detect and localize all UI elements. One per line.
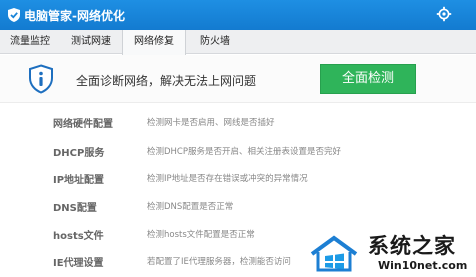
house-logo-icon xyxy=(310,235,358,272)
check-desc: 检测IP地址是否存在错误或冲突的异常情况 xyxy=(147,174,308,184)
tab-bar: 流量监控 测试网速 网络修复 防火墙 xyxy=(0,30,476,55)
check-name: DHCP服务 xyxy=(53,148,105,159)
title-bar: 电脑管家-网络优化 xyxy=(0,0,476,30)
tab-network-repair[interactable]: 网络修复 xyxy=(122,30,186,55)
check-name: IP地址配置 xyxy=(53,175,105,186)
settings-icon[interactable] xyxy=(436,6,452,22)
check-desc: 检测hosts文件配置是否正常 xyxy=(147,230,255,240)
window-title: 电脑管家-网络优化 xyxy=(24,9,125,23)
shield-logo-icon xyxy=(8,8,20,22)
watermark-brand: 系统之家 xyxy=(368,234,456,258)
watermark-url: Win10net.com xyxy=(378,259,468,272)
check-desc: 检测DHCP服务是否开启、相关注册表设置是否完好 xyxy=(147,147,341,157)
check-name: 网络硬件配置 xyxy=(53,119,113,130)
list-item: DHCP服务 检测DHCP服务是否开启、相关注册表设置是否完好 xyxy=(0,139,476,167)
check-name: hosts文件 xyxy=(53,231,104,242)
banner-headline: 全面诊断网络，解决无法上网问题 xyxy=(76,74,257,88)
site-watermark: 系统之家 Win10net.com xyxy=(302,226,476,277)
list-item: DNS配置 检测DNS配置是否正常 xyxy=(0,194,476,222)
tab-firewall[interactable]: 防火墙 xyxy=(186,30,244,54)
check-desc: 若配置了IE代理服务器，检测能否访问 xyxy=(147,257,291,267)
check-name: IE代理设置 xyxy=(53,258,104,269)
tab-speed-test[interactable]: 测试网速 xyxy=(60,30,122,54)
tab-traffic-monitor[interactable]: 流量监控 xyxy=(0,30,60,54)
check-desc: 检测DNS配置是否正常 xyxy=(147,202,234,212)
check-desc: 检测网卡是否启用、网线是否插好 xyxy=(147,118,275,128)
diagnosis-banner: 全面诊断网络，解决无法上网问题 全面检测 xyxy=(0,55,476,103)
info-shield-icon xyxy=(29,64,53,94)
list-item: IP地址配置 检测IP地址是否存在错误或冲突的异常情况 xyxy=(0,166,476,194)
check-name: DNS配置 xyxy=(53,203,97,214)
full-scan-button[interactable]: 全面检测 xyxy=(320,64,416,94)
list-item: 网络硬件配置 检测网卡是否启用、网线是否插好 xyxy=(0,110,476,138)
